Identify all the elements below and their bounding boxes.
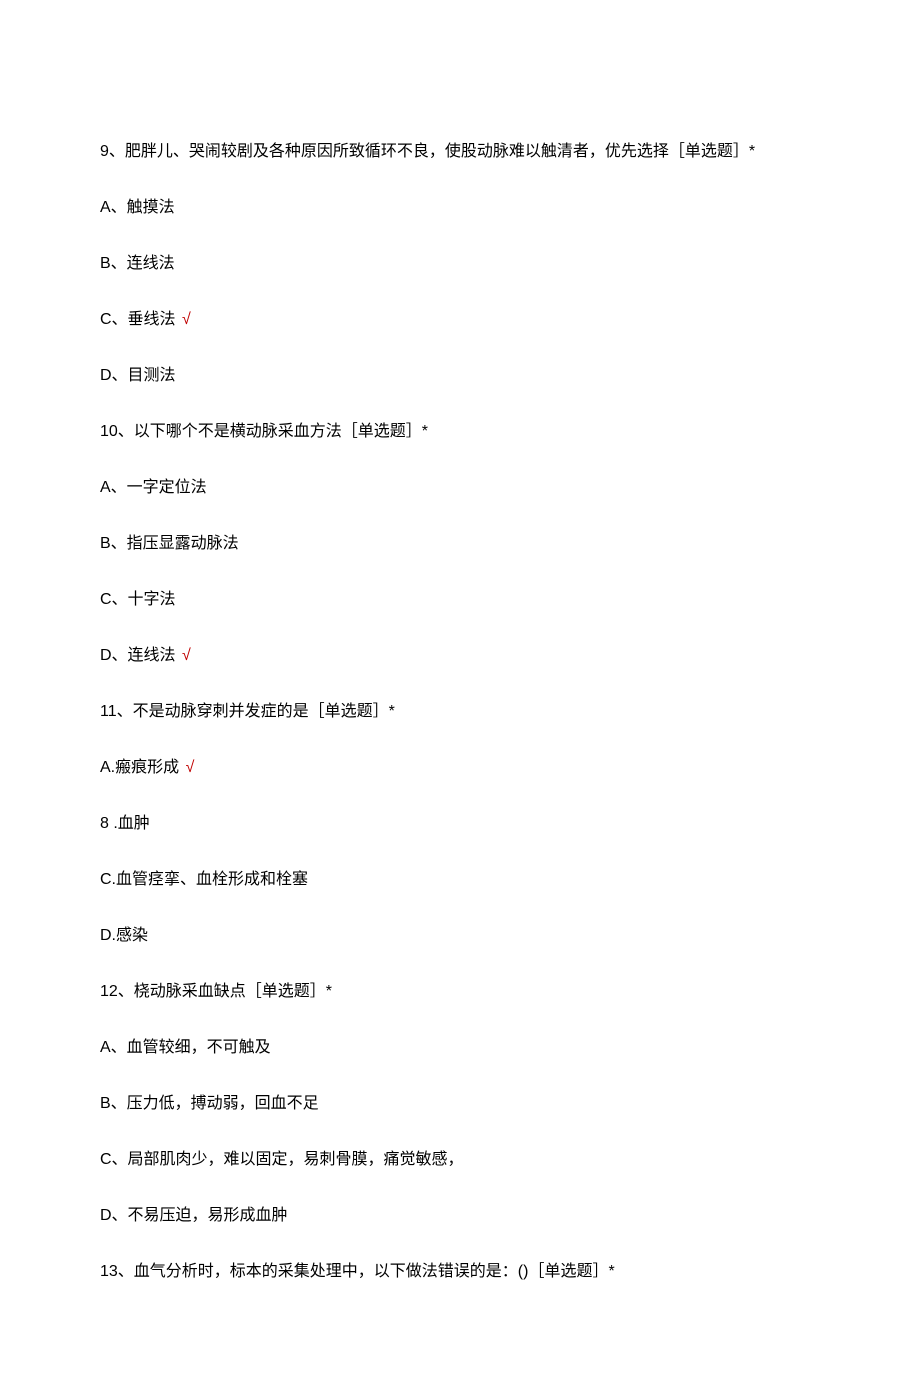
- answer-option: D、不易压迫，易形成血肿: [100, 1204, 820, 1228]
- answer-option: C.血管痉挛、血栓形成和栓塞: [100, 868, 820, 892]
- option-text: D、不易压迫，易形成血肿: [100, 1207, 288, 1224]
- correct-mark-icon: √: [182, 311, 191, 328]
- answer-option: C、十字法: [100, 588, 820, 612]
- answer-option: C、局部肌肉少，难以固定，易刺骨膜，痛觉敏感，: [100, 1148, 820, 1172]
- option-text: C、局部肌肉少，难以固定，易刺骨膜，痛觉敏感，: [100, 1151, 464, 1168]
- question-stem: 13、血气分析时，标本的采集处理中，以下做法错误的是：()［单选题］*: [100, 1260, 820, 1284]
- question-stem: 12、桡动脉采血缺点［单选题］*: [100, 980, 820, 1004]
- question-stem: 10、以下哪个不是横动脉采血方法［单选题］*: [100, 420, 820, 444]
- document-page: 9、肥胖儿、哭闹较剧及各种原因所致循环不良，使股动脉难以触清者，优先选择［单选题…: [0, 0, 920, 1376]
- option-text: A、一字定位法: [100, 479, 207, 496]
- option-text: D.感染: [100, 927, 148, 944]
- correct-mark-icon: √: [182, 647, 191, 664]
- answer-option: D、连线法 √: [100, 644, 820, 668]
- option-text: D、连线法: [100, 647, 176, 664]
- option-text: B、连线法: [100, 255, 175, 272]
- question-stem: 9、肥胖儿、哭闹较剧及各种原因所致循环不良，使股动脉难以触清者，优先选择［单选题…: [100, 140, 820, 164]
- option-text: C、十字法: [100, 591, 176, 608]
- option-text: A、血管较细，不可触及: [100, 1039, 271, 1056]
- answer-option: A、触摸法: [100, 196, 820, 220]
- option-text: 8 .血肿: [100, 815, 150, 832]
- option-text: C.血管痉挛、血栓形成和栓塞: [100, 871, 308, 888]
- option-text: D、目测法: [100, 367, 176, 384]
- answer-option: C、垂线法 √: [100, 308, 820, 332]
- answer-option: B、连线法: [100, 252, 820, 276]
- option-text: A.瘢痕形成: [100, 759, 179, 776]
- answer-option: 8 .血肿: [100, 812, 820, 836]
- answer-option: B、指压显露动脉法: [100, 532, 820, 556]
- option-text: C、垂线法: [100, 311, 176, 328]
- answer-option: B、压力低，搏动弱，回血不足: [100, 1092, 820, 1116]
- answer-option: D.感染: [100, 924, 820, 948]
- answer-option: D、目测法: [100, 364, 820, 388]
- answer-option: A.瘢痕形成 √: [100, 756, 820, 780]
- correct-mark-icon: √: [186, 759, 195, 776]
- answer-option: A、一字定位法: [100, 476, 820, 500]
- option-text: B、指压显露动脉法: [100, 535, 239, 552]
- answer-option: A、血管较细，不可触及: [100, 1036, 820, 1060]
- option-text: B、压力低，搏动弱，回血不足: [100, 1095, 319, 1112]
- question-stem: 11、不是动脉穿刺并发症的是［单选题］*: [100, 700, 820, 724]
- option-text: A、触摸法: [100, 199, 175, 216]
